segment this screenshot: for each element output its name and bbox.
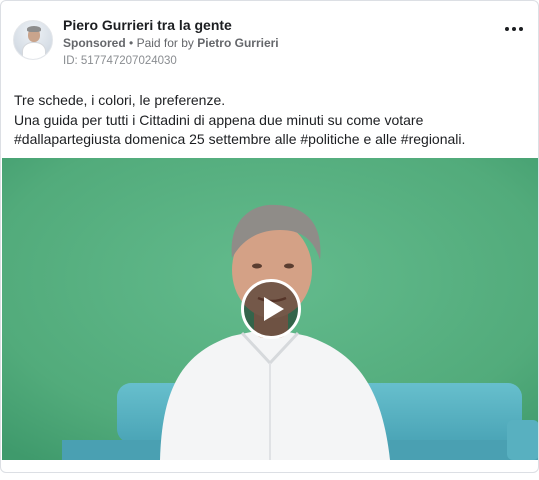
page-avatar[interactable]: [13, 20, 53, 60]
separator-dot: •: [129, 36, 134, 50]
post-text: Tre schede, i colori, le preferenze. Una…: [14, 91, 529, 150]
ad-card: Piero Gurrieri tra la gente Sponsored • …: [0, 0, 539, 473]
payer-name: Pietro Gurrieri: [197, 36, 279, 50]
more-options-icon[interactable]: [502, 19, 526, 39]
sponsored-label: Sponsored: [63, 36, 126, 50]
post-text-line: Tre schede, i colori, le preferenze.: [14, 92, 226, 108]
ad-id: ID: 517747207024030: [63, 55, 177, 67]
play-icon[interactable]: [241, 279, 301, 339]
paid-for-label: Paid for by: [136, 36, 194, 50]
post-text-line: Una guida per tutti i Cittadini di appen…: [14, 111, 424, 128]
post-text-line: #dallapartegiusta domenica 25 settembre …: [14, 131, 466, 147]
post-header: Piero Gurrieri tra la gente Sponsored • …: [13, 15, 528, 75]
page-name[interactable]: Piero Gurrieri tra la gente: [63, 17, 232, 33]
sponsor-line: Sponsored • Paid for by Pietro Gurrieri: [63, 36, 279, 50]
video-player[interactable]: [2, 158, 538, 460]
